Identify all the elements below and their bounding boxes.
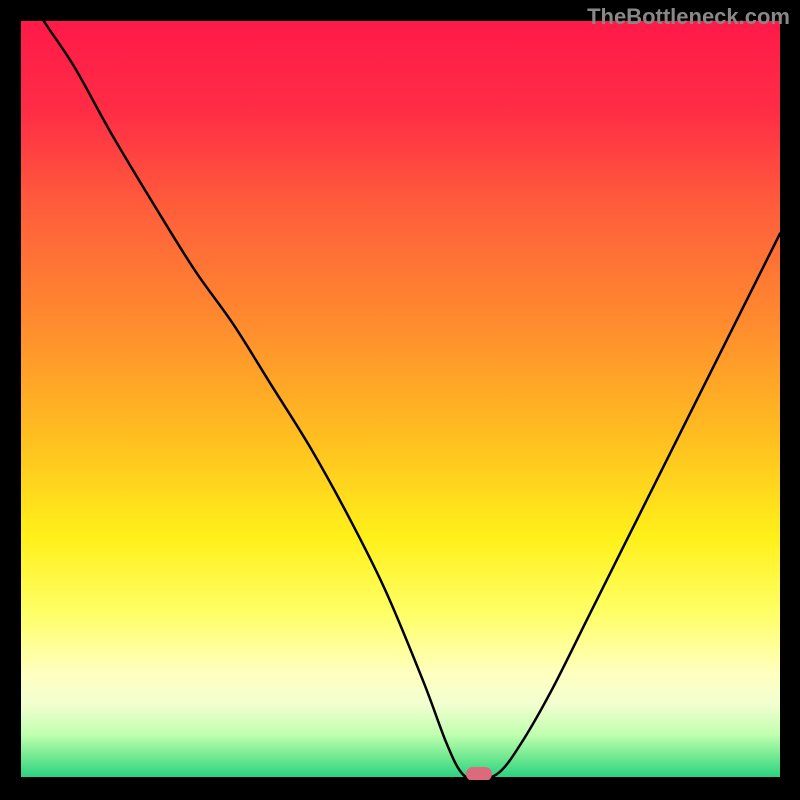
watermark-text: TheBottleneck.com [587, 4, 790, 30]
chart-container: TheBottleneck.com [0, 0, 800, 800]
optimal-point-marker [466, 767, 492, 780]
plot-area [21, 21, 780, 780]
x-axis-line [21, 777, 780, 780]
bottleneck-curve [21, 21, 780, 780]
